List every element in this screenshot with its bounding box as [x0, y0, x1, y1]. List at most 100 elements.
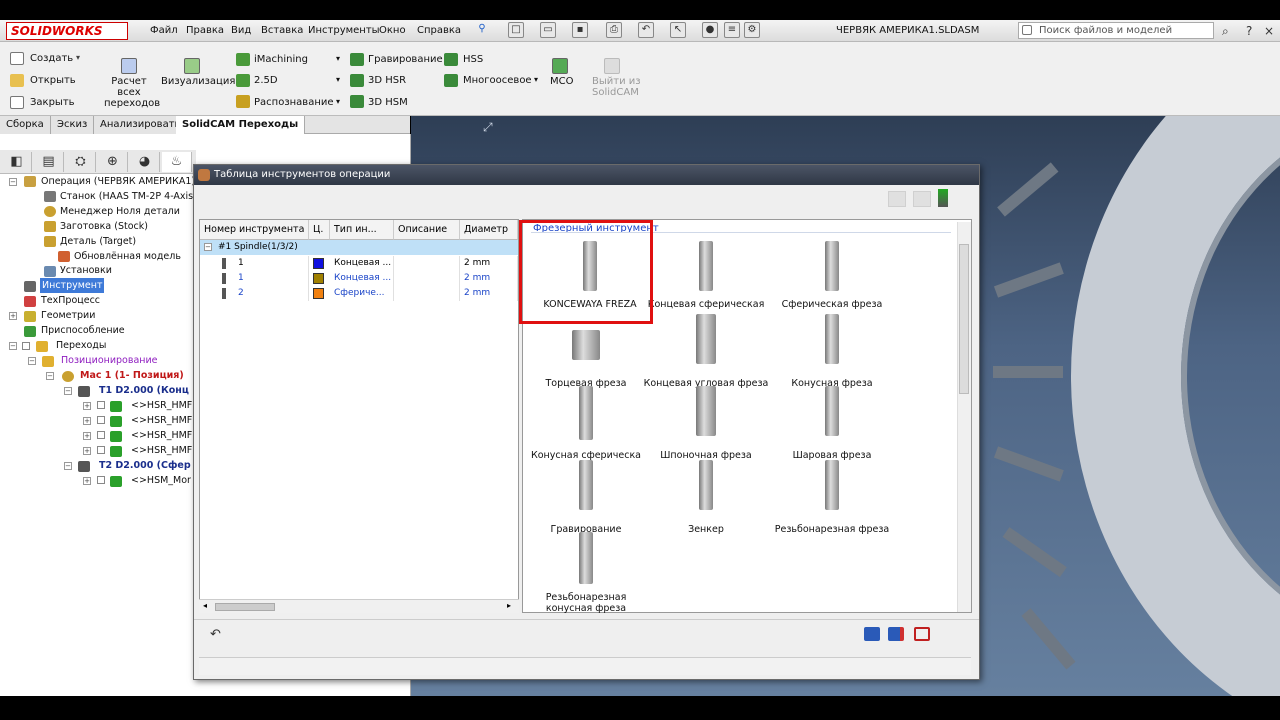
- open-button[interactable]: Открыть: [30, 75, 76, 86]
- 3d-hsm-button[interactable]: 3D HSM: [368, 97, 408, 108]
- expand-toggle[interactable]: +: [83, 432, 91, 440]
- close-icon[interactable]: ×: [1264, 24, 1274, 38]
- table-row[interactable]: 1 Концевая ... 2 mm: [200, 256, 518, 271]
- tree-tool[interactable]: Инструмент: [40, 278, 105, 293]
- multiaxis-dropdown-icon[interactable]: ▾: [534, 75, 538, 84]
- tool-taper-mill[interactable]: Конусная фреза: [769, 314, 895, 389]
- tool-cursor-icon[interactable]: [938, 189, 948, 207]
- scroll-right-icon[interactable]: ▸: [507, 601, 511, 610]
- expand-toggle[interactable]: +: [83, 477, 91, 485]
- create-button[interactable]: Создать: [30, 53, 73, 64]
- scroll-thumb[interactable]: [215, 603, 275, 611]
- tab-sketch[interactable]: Эскиз: [51, 116, 95, 134]
- menu-tools[interactable]: Инструменты: [308, 25, 380, 36]
- imachining-button[interactable]: iMachining: [254, 54, 308, 65]
- expand-toggle[interactable]: +: [83, 402, 91, 410]
- expand-toggle[interactable]: +: [9, 312, 17, 320]
- column-header-description[interactable]: Описание: [394, 220, 460, 240]
- property-manager-tab-icon[interactable]: ▤: [34, 152, 64, 172]
- tree-stock[interactable]: Заготовка (Stock): [60, 219, 148, 234]
- imachining-dropdown-icon[interactable]: ▾: [336, 54, 340, 63]
- display-manager-tab-icon[interactable]: ◕: [130, 152, 160, 172]
- tree-t1-op[interactable]: <>HSR_HMF: [131, 398, 195, 413]
- search-icon[interactable]: ⌕: [1222, 24, 1229, 39]
- tree-target[interactable]: Деталь (Target): [60, 234, 136, 249]
- expand-toggle[interactable]: +: [83, 417, 91, 425]
- operation-checkbox[interactable]: [97, 446, 105, 454]
- table-row[interactable]: 1 Концевая ... 2 mm: [200, 271, 518, 286]
- search-input[interactable]: Поиск файлов и моделей: [1018, 22, 1214, 39]
- tool-angle-mill[interactable]: Концевая угловая фреза: [643, 314, 769, 389]
- feature-tree-tab-icon[interactable]: ◧: [2, 152, 32, 172]
- engraving-button[interactable]: Гравирование: [368, 54, 443, 65]
- operation-checkbox[interactable]: [97, 431, 105, 439]
- 2-5d-dropdown-icon[interactable]: ▾: [336, 75, 340, 84]
- new-document-icon[interactable]: □: [508, 22, 524, 38]
- operation-checkbox[interactable]: [97, 401, 105, 409]
- menu-view[interactable]: Вид: [231, 25, 251, 36]
- tool-face-mill[interactable]: Торцевая фреза: [523, 314, 649, 389]
- tool-taper-ball-mill[interactable]: Конусная сферическа: [523, 386, 649, 461]
- tree-positioning[interactable]: Позиционирование: [61, 353, 158, 368]
- toolbar-blank-button[interactable]: [888, 191, 906, 207]
- table-row[interactable]: 2 Сфериче... 2 mm: [200, 286, 518, 301]
- open-folder-icon[interactable]: ▭: [540, 22, 556, 38]
- tool-engraving[interactable]: Гравирование: [523, 460, 649, 535]
- tree-techprocess[interactable]: ТехПроцесс: [41, 293, 100, 308]
- expand-toggle[interactable]: −: [9, 342, 17, 350]
- pin-icon[interactable]: ⚲: [474, 22, 490, 38]
- tab-analyze[interactable]: Анализировать: [94, 116, 188, 134]
- exit-solidcam-button[interactable]: Выйти из SolidCAM: [592, 76, 642, 98]
- tree-operations[interactable]: Переходы: [56, 338, 106, 353]
- table-horizontal-scrollbar[interactable]: ◂ ▸: [199, 599, 519, 613]
- tree-t1-op[interactable]: <>HSR_HMF: [131, 428, 195, 443]
- collapse-toggle[interactable]: −: [204, 243, 212, 251]
- tool-key-mill[interactable]: Шпоночная фреза: [643, 386, 769, 461]
- tree-machine[interactable]: Станок (HAAS TM-2P 4-Axis): [60, 189, 197, 204]
- spindle-group-row[interactable]: − #1 Spindle(1/3/2): [200, 240, 518, 255]
- visualization-button[interactable]: Визуализация: [161, 76, 235, 87]
- tree-geometry[interactable]: Геометрии: [41, 308, 95, 323]
- dialog-title[interactable]: Таблица инструментов операции: [194, 165, 979, 185]
- gear-icon[interactable]: ⚙: [744, 22, 760, 38]
- tool-countersink[interactable]: Зенкер: [643, 460, 769, 535]
- help-question-icon[interactable]: ?: [1246, 24, 1252, 38]
- menu-window[interactable]: Окно: [379, 25, 406, 36]
- menu-file[interactable]: Файл: [150, 25, 178, 36]
- tree-fixture[interactable]: Приспособление: [41, 323, 125, 338]
- create-dropdown-icon[interactable]: ▾: [76, 53, 80, 62]
- save-icon[interactable]: [864, 627, 880, 641]
- toolbar-blank-button[interactable]: [913, 191, 931, 207]
- column-header-tool-type[interactable]: Тип ин...: [330, 220, 394, 240]
- menu-insert[interactable]: Вставка: [261, 25, 303, 36]
- dimxpert-tab-icon[interactable]: ⊕: [98, 152, 128, 172]
- expand-toggle[interactable]: −: [64, 462, 72, 470]
- tool-color-swatch[interactable]: [313, 258, 324, 269]
- tree-zero-manager[interactable]: Менеджер Ноля детали: [60, 204, 180, 219]
- 2-5d-button[interactable]: 2.5D: [254, 75, 278, 86]
- tab-solidcam-operations[interactable]: SolidCAM Переходы: [176, 116, 306, 134]
- tool-lollipop-mill[interactable]: Шаровая фреза: [769, 386, 895, 461]
- column-header-color[interactable]: Ц.: [309, 220, 330, 240]
- close-button[interactable]: Закрыть: [30, 97, 75, 108]
- tree-setups[interactable]: Установки: [60, 263, 112, 278]
- configuration-tab-icon[interactable]: ⛭: [66, 152, 96, 172]
- column-header-diameter[interactable]: Диаметр: [460, 220, 518, 240]
- menu-help[interactable]: Справка: [417, 25, 461, 36]
- file-properties-icon[interactable]: ≡: [724, 22, 740, 38]
- tool-color-swatch[interactable]: [313, 288, 324, 299]
- tree-t2[interactable]: T2 D2.000 (Сфер: [99, 458, 195, 473]
- traffic-light-icon[interactable]: ●: [702, 22, 718, 38]
- expand-toggle[interactable]: −: [46, 372, 54, 380]
- menu-edit[interactable]: Правка: [186, 25, 224, 36]
- expand-toggle[interactable]: −: [9, 178, 17, 186]
- multiaxis-button[interactable]: Многоосевое: [463, 75, 532, 86]
- tool-color-swatch[interactable]: [313, 273, 324, 284]
- tool-bull-nose-mill[interactable]: Концевая сферическая: [643, 241, 769, 310]
- operations-checkbox[interactable]: [22, 342, 30, 350]
- expand-toggle[interactable]: −: [28, 357, 36, 365]
- recognition-dropdown-icon[interactable]: ▾: [336, 97, 340, 106]
- save-icon[interactable]: ▪: [572, 22, 588, 38]
- tool-taper-thread-mill[interactable]: Резьбонарезная конусная фреза: [523, 532, 649, 614]
- mco-button[interactable]: MCO: [550, 76, 573, 87]
